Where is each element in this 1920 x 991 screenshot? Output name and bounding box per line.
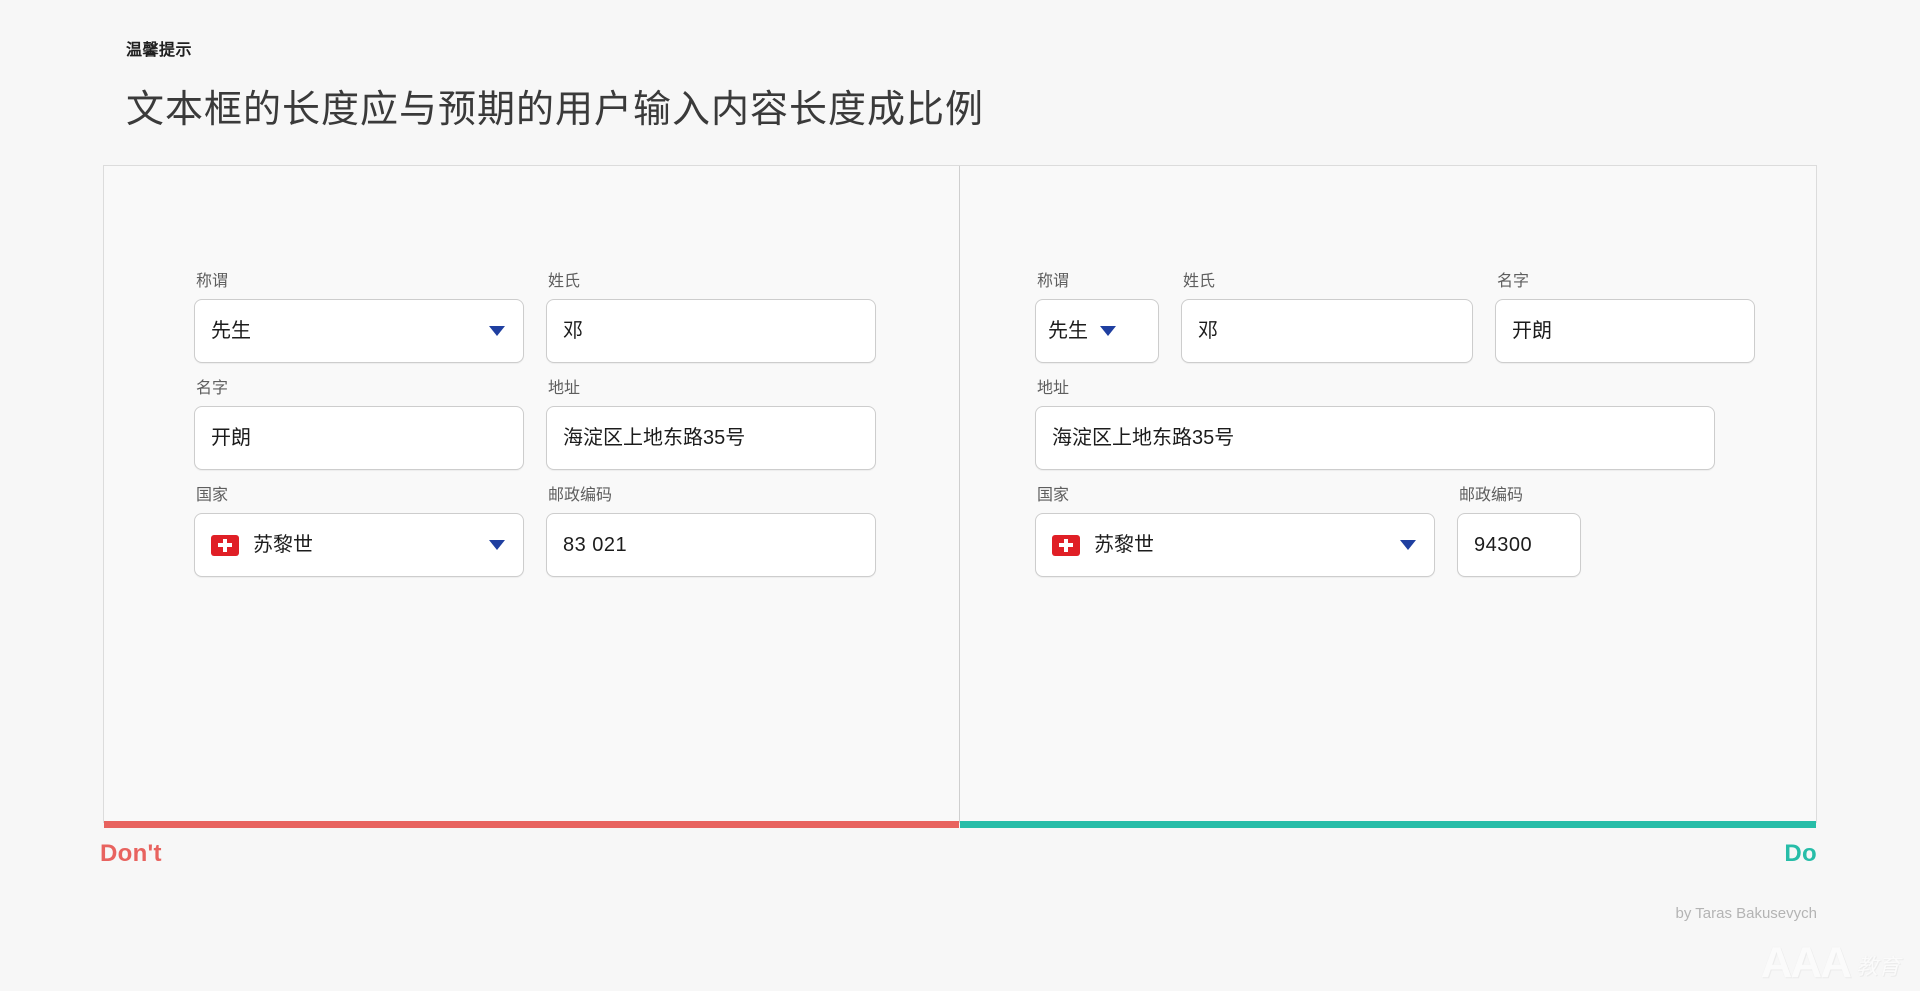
do-address-label: 地址: [1037, 380, 1070, 397]
do-title-label: 称谓: [1037, 273, 1070, 290]
dont-accent-bar: [104, 821, 959, 828]
dont-surname-value: 邓: [563, 320, 583, 342]
do-accent-bar: [960, 821, 1816, 828]
dont-panel: 称谓 先生 姓氏 邓 名字 开朗 地址 海淀区上地东路35号 国家 苏黎世 邮政…: [104, 166, 960, 828]
chevron-down-icon: [489, 326, 505, 336]
dont-field-given-name: 名字 开朗: [194, 381, 524, 470]
do-surname-input[interactable]: 邓: [1181, 299, 1473, 363]
dont-country-label: 国家: [196, 487, 229, 504]
dont-address-value: 海淀区上地东路35号: [563, 427, 746, 449]
do-address-value: 海淀区上地东路35号: [1052, 427, 1235, 449]
dont-surname-input[interactable]: 邓: [546, 299, 876, 363]
dont-given-name-input[interactable]: 开朗: [194, 406, 524, 470]
watermark-latin-text: AAA: [1760, 938, 1852, 988]
chevron-down-icon: [489, 540, 505, 550]
dont-title-value: 先生: [211, 320, 251, 342]
do-title-select[interactable]: 先生: [1035, 299, 1159, 363]
do-row-2: 地址 海淀区上地东路35号: [1035, 381, 1755, 470]
dont-row-3: 国家 苏黎世 邮政编码 83 021: [194, 488, 876, 577]
do-given-name-input[interactable]: 开朗: [1495, 299, 1755, 363]
do-field-country: 国家 苏黎世: [1035, 488, 1435, 577]
chevron-down-icon: [1100, 326, 1116, 336]
chevron-down-icon: [1400, 540, 1416, 550]
swiss-flag-icon: [1052, 534, 1080, 556]
do-verdict-label: Do: [1784, 840, 1817, 867]
swiss-flag-icon: [211, 534, 239, 556]
do-title-value: 先生: [1048, 320, 1088, 342]
do-given-name-label: 名字: [1497, 273, 1530, 290]
dont-surname-label: 姓氏: [548, 273, 581, 290]
do-postal-code-value: 94300: [1474, 534, 1533, 556]
do-field-surname: 姓氏 邓: [1181, 274, 1473, 363]
do-field-title: 称谓 先生: [1035, 274, 1159, 363]
watermark-cn-text: 教育: [1855, 954, 1900, 980]
dont-given-name-label: 名字: [196, 380, 229, 397]
dont-postal-code-input[interactable]: 83 021: [546, 513, 876, 577]
dont-form: 称谓 先生 姓氏 邓 名字 开朗 地址 海淀区上地东路35号 国家 苏黎世 邮政…: [194, 274, 876, 577]
dont-title-select[interactable]: 先生: [194, 299, 524, 363]
do-surname-value: 邓: [1198, 320, 1218, 342]
do-country-value: 苏黎世: [1094, 534, 1154, 556]
do-surname-label: 姓氏: [1183, 273, 1216, 290]
do-postal-code-label: 邮政编码: [1459, 487, 1524, 504]
do-postal-code-input[interactable]: 94300: [1457, 513, 1581, 577]
author-credit: by Taras Bakusevych: [1675, 905, 1817, 922]
eyebrow-label: 温馨提示: [126, 42, 193, 59]
do-field-given-name: 名字 开朗: [1495, 274, 1755, 363]
do-address-input[interactable]: 海淀区上地东路35号: [1035, 406, 1715, 470]
comparison-board: 称谓 先生 姓氏 邓 名字 开朗 地址 海淀区上地东路35号 国家 苏黎世 邮政…: [103, 165, 1817, 828]
slide-root: 温馨提示 文本框的长度应与预期的用户输入内容长度成比例 称谓 先生 姓氏 邓 名…: [0, 0, 1920, 991]
dont-address-label: 地址: [548, 380, 581, 397]
dont-field-address: 地址 海淀区上地东路35号: [546, 381, 876, 470]
dont-postal-code-value: 83 021: [563, 534, 628, 556]
dont-row-1: 称谓 先生 姓氏 邓: [194, 274, 876, 363]
do-country-label: 国家: [1037, 487, 1070, 504]
do-field-address: 地址 海淀区上地东路35号: [1035, 381, 1715, 470]
dont-address-input[interactable]: 海淀区上地东路35号: [546, 406, 876, 470]
dont-field-surname: 姓氏 邓: [546, 274, 876, 363]
do-row-3: 国家 苏黎世 邮政编码 94300: [1035, 488, 1755, 577]
do-given-name-value: 开朗: [1512, 320, 1552, 342]
dont-field-title: 称谓 先生: [194, 274, 524, 363]
dont-field-postal-code: 邮政编码 83 021: [546, 488, 876, 577]
do-field-postal-code: 邮政编码 94300: [1457, 488, 1581, 577]
do-country-select[interactable]: 苏黎世: [1035, 513, 1435, 577]
dont-field-country: 国家 苏黎世: [194, 488, 524, 577]
do-form: 称谓 先生 姓氏 邓 名字 开朗 地址 海淀区上地东路35号 国家 苏黎世 邮政…: [1035, 274, 1755, 577]
dont-row-2: 名字 开朗 地址 海淀区上地东路35号: [194, 381, 876, 470]
dont-title-label: 称谓: [196, 273, 229, 290]
dont-given-name-value: 开朗: [211, 427, 251, 449]
page-title: 文本框的长度应与预期的用户输入内容长度成比例: [126, 89, 985, 131]
dont-verdict-label: Don't: [100, 840, 162, 867]
do-panel: 称谓 先生 姓氏 邓 名字 开朗 地址 海淀区上地东路35号 国家 苏黎世 邮政…: [960, 166, 1816, 828]
do-row-1: 称谓 先生 姓氏 邓 名字 开朗: [1035, 274, 1755, 363]
watermark: AAA 教育: [1760, 938, 1900, 988]
dont-country-select[interactable]: 苏黎世: [194, 513, 524, 577]
dont-postal-code-label: 邮政编码: [548, 487, 613, 504]
dont-country-value: 苏黎世: [253, 534, 313, 556]
